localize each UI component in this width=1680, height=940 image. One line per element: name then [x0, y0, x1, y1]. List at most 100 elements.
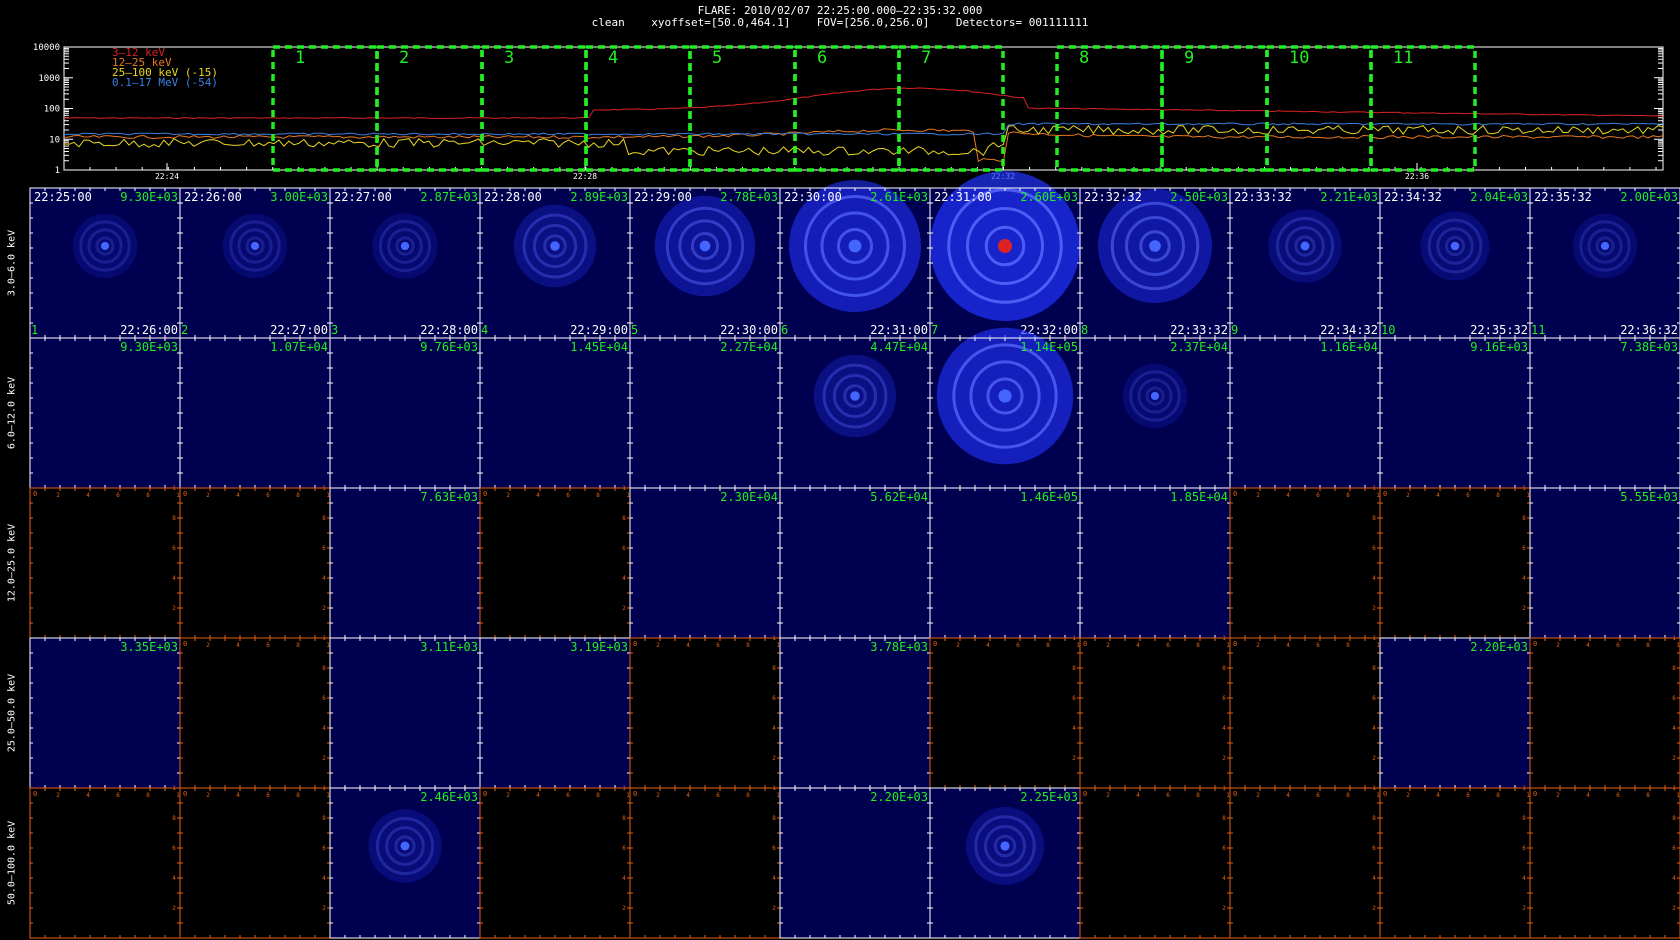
empty-panel-tick-label: 4 [536, 492, 540, 499]
empty-panel-tick-label: 2 [1256, 792, 1260, 799]
empty-panel-tick-label: 8 [772, 665, 776, 672]
image-cell [180, 338, 330, 488]
empty-panel-origin: 0 [633, 790, 637, 798]
empty-panel-tick-label: 6 [1672, 845, 1676, 852]
empty-panel-tick-label: 8 [1372, 515, 1376, 522]
empty-panel-tick-label: 4 [986, 642, 990, 649]
empty-panel-tick-label: 1 [1222, 785, 1226, 792]
empty-panel-tick-label: 2 [1672, 905, 1676, 912]
cell-peak-value: 1.85E+04 [1170, 490, 1228, 504]
empty-panel-tick-label: 4 [86, 492, 90, 499]
empty-panel-tick-label: 1 [172, 785, 176, 792]
empty-panel-tick-label: 1 [172, 485, 176, 492]
image-cell [30, 788, 180, 938]
image-cell [480, 788, 630, 938]
empty-panel-tick-label: 6 [1372, 845, 1376, 852]
cell-start-time: 22:33:32 [1234, 190, 1292, 204]
empty-panel-tick-label: 1 [1676, 642, 1680, 649]
cell-start-time: 22:27:00 [334, 190, 392, 204]
empty-panel-tick-label: 6 [1466, 492, 1470, 499]
empty-panel-tick-label: 1 [1676, 792, 1680, 799]
empty-panel-tick-label: 4 [1522, 875, 1526, 882]
cell-peak-value: 2.00E+03 [1620, 190, 1678, 204]
empty-panel-tick-label: 6 [772, 695, 776, 702]
empty-panel-tick-label: 4 [622, 875, 626, 882]
empty-panel-tick-label: 4 [1372, 725, 1376, 732]
cell-peak-value: 5.62E+04 [870, 490, 928, 504]
empty-panel-tick-label: 6 [1222, 695, 1226, 702]
image-cell [1080, 488, 1230, 638]
cell-peak-value: 9.76E+03 [420, 340, 478, 354]
empty-panel-tick-label: 4 [322, 575, 326, 582]
empty-panel-tick-label: 6 [322, 845, 326, 852]
empty-panel-tick-label: 8 [1222, 665, 1226, 672]
empty-panel-tick-label: 2 [1522, 605, 1526, 612]
empty-panel-origin: 0 [183, 490, 187, 498]
empty-panel-tick-label: 4 [772, 875, 776, 882]
empty-panel-tick-label: 2 [1672, 755, 1676, 762]
cell-peak-value: 2.20E+03 [870, 790, 928, 804]
cell-peak-value: 2.04E+03 [1470, 190, 1528, 204]
cell-end-time: 22:29:00 [570, 323, 628, 337]
cell-interval-number: 11 [1531, 323, 1545, 337]
empty-panel-origin: 0 [1533, 640, 1537, 648]
cell-interval-number: 6 [781, 323, 788, 337]
image-cube-grid: 9.30E+03 22:25:00 22:26:00 1 3.00E+03 22:26:0… [29, 171, 1680, 939]
empty-panel-tick-label: 6 [1316, 642, 1320, 649]
empty-panel-tick-label: 6 [622, 545, 626, 552]
image-cell [780, 788, 930, 938]
empty-panel-tick-label: 2 [172, 905, 176, 912]
image-cell [1080, 788, 1230, 938]
source-core [848, 239, 862, 253]
cell-peak-value: 2.25E+03 [1020, 790, 1078, 804]
cell-interval-number: 5 [631, 323, 638, 337]
cell-end-time: 22:27:00 [270, 323, 328, 337]
empty-panel-tick-label: 4 [236, 492, 240, 499]
cell-peak-value: 1.14E+05 [1020, 340, 1078, 354]
cell-peak-value: 2.37E+04 [1170, 340, 1228, 354]
empty-panel-tick-label: 6 [1222, 845, 1226, 852]
image-cell [1380, 338, 1530, 488]
empty-panel-tick-label: 8 [622, 815, 626, 822]
image-cell [780, 488, 930, 638]
empty-panel-tick-label: 6 [716, 642, 720, 649]
empty-panel-tick-label: 8 [172, 515, 176, 522]
cell-start-time: 22:25:00 [34, 190, 92, 204]
image-cell [1230, 638, 1380, 788]
image-cell [630, 638, 780, 788]
empty-panel-tick-label: 6 [1522, 545, 1526, 552]
cell-peak-value: 9.16E+03 [1470, 340, 1528, 354]
source-core [850, 391, 860, 401]
empty-panel-tick-label: 2 [772, 755, 776, 762]
empty-panel-tick-label: 4 [322, 875, 326, 882]
source-core [998, 389, 1012, 403]
empty-panel-tick-label: 8 [1346, 642, 1350, 649]
empty-panel-tick-label: 4 [1522, 575, 1526, 582]
empty-panel-tick-label: 4 [172, 875, 176, 882]
cell-peak-value: 2.78E+03 [720, 190, 778, 204]
empty-panel-tick-label: 2 [1406, 492, 1410, 499]
empty-panel-tick-label: 6 [1672, 695, 1676, 702]
empty-panel-tick-label: 1 [772, 785, 776, 792]
cell-peak-value: 2.46E+03 [420, 790, 478, 804]
cell-peak-value: 4.47E+04 [870, 340, 928, 354]
empty-panel-tick-label: 2 [56, 492, 60, 499]
empty-panel-tick-label: 2 [206, 792, 210, 799]
empty-panel-tick-label: 2 [1372, 755, 1376, 762]
empty-panel-tick-label: 8 [746, 642, 750, 649]
cell-interval-number: 2 [181, 323, 188, 337]
cell-end-time: 22:35:32 [1470, 323, 1528, 337]
empty-panel-tick-label: 8 [1372, 815, 1376, 822]
empty-panel-origin: 0 [1383, 490, 1387, 498]
empty-panel-tick-label: 1 [1222, 635, 1226, 642]
cell-peak-value: 2.30E+04 [720, 490, 778, 504]
empty-panel-tick-label: 8 [1072, 665, 1076, 672]
cell-peak-value: 2.60E+03 [1020, 190, 1078, 204]
source-core [400, 241, 410, 251]
empty-panel-origin: 0 [33, 790, 37, 798]
empty-panel-origin: 0 [1533, 790, 1537, 798]
empty-panel-tick-label: 8 [1522, 815, 1526, 822]
empty-panel-tick-label: 1 [622, 485, 626, 492]
empty-panel-tick-label: 2 [956, 642, 960, 649]
source-core [1149, 240, 1161, 252]
